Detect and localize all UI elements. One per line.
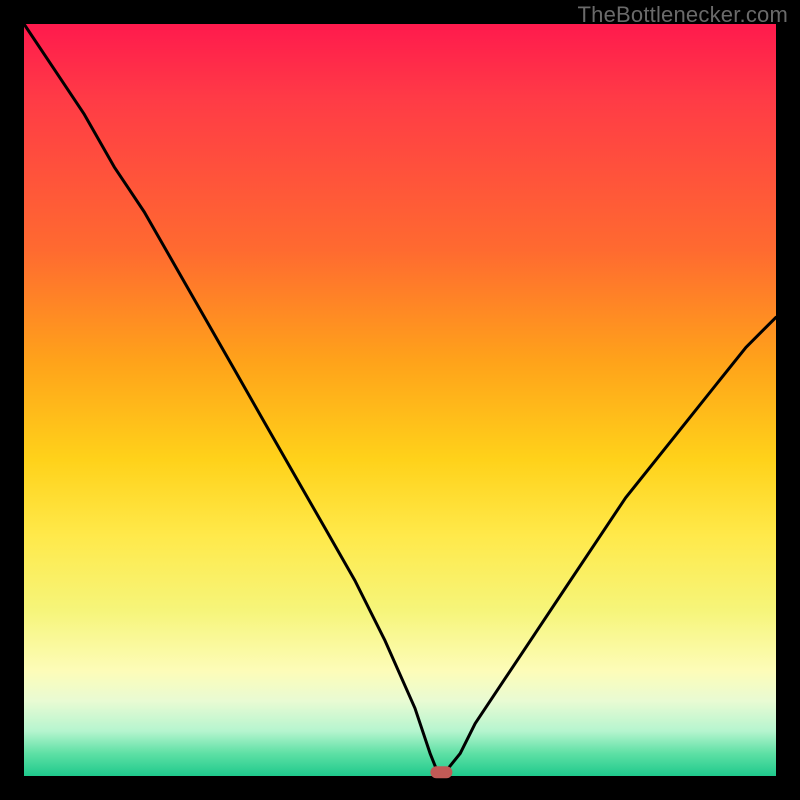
optimum-marker xyxy=(430,766,452,778)
plot-area xyxy=(24,24,776,776)
bottleneck-curve xyxy=(24,24,776,772)
chart-frame: TheBottlenecker.com xyxy=(0,0,800,800)
watermark-text: TheBottlenecker.com xyxy=(578,2,788,28)
chart-svg xyxy=(24,24,776,776)
